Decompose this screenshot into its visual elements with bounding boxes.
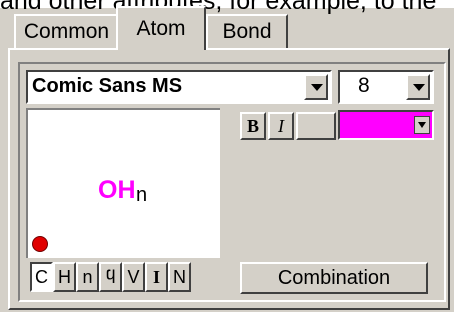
tab-page <box>8 48 450 310</box>
atom-properties-dialog: and other attributes, for example, to th… <box>0 0 454 312</box>
tab-bond[interactable]: Bond <box>206 14 288 48</box>
tab-atom[interactable]: Atom <box>116 6 206 50</box>
tab-common[interactable]: Common <box>14 14 119 48</box>
